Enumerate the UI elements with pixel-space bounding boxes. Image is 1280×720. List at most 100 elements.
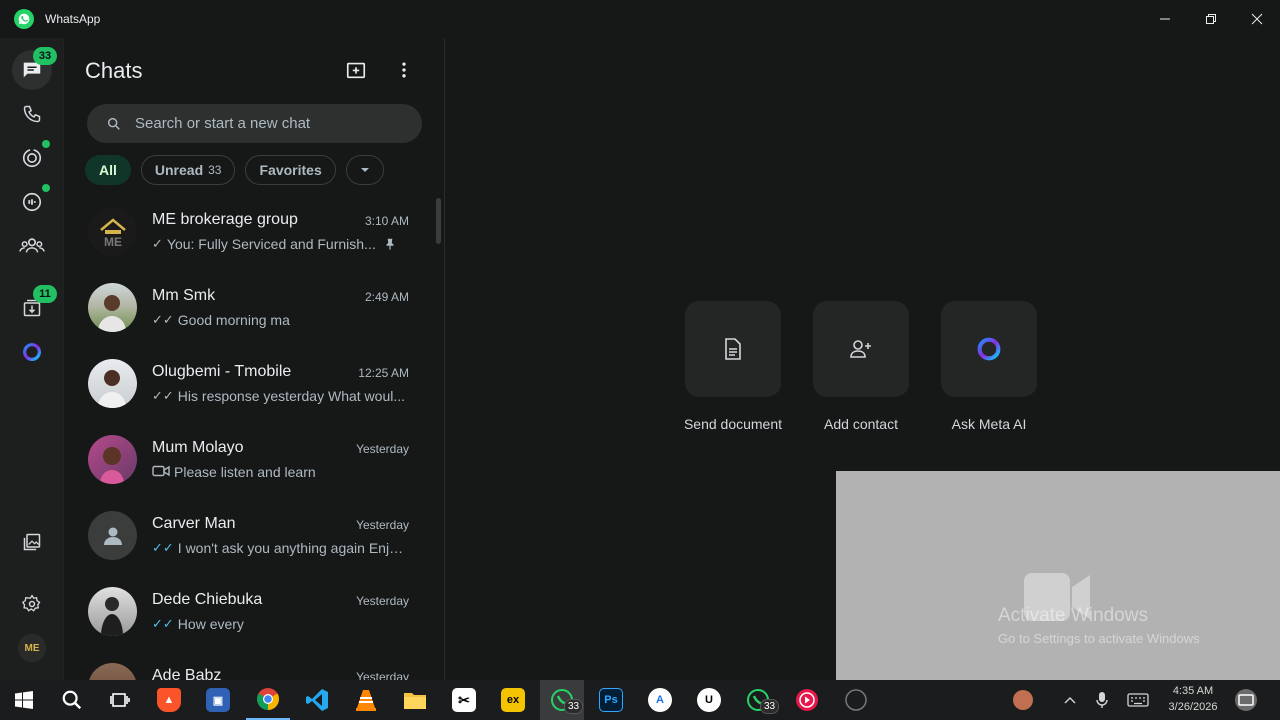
add-contact-button[interactable] bbox=[813, 301, 909, 397]
tray-app-icon[interactable] bbox=[1001, 680, 1045, 720]
folder-icon bbox=[404, 693, 426, 709]
chat-message: You: Fully Serviced and Furnish... bbox=[166, 236, 376, 252]
minimize-button[interactable] bbox=[1142, 0, 1188, 38]
whatsapp-taskbar-app[interactable]: 33 bbox=[540, 680, 584, 720]
filter-favorites[interactable]: Favorites bbox=[245, 155, 336, 185]
add-contact-label: Add contact bbox=[824, 416, 898, 432]
chat-message: Good morning ma bbox=[177, 312, 290, 328]
virtualbox-icon: ▣ bbox=[206, 688, 230, 712]
pin-icon bbox=[383, 237, 397, 256]
vscode-app[interactable] bbox=[295, 680, 339, 720]
activation-watermark-subtitle: Go to Settings to activate Windows bbox=[998, 631, 1200, 646]
profile-nav-button[interactable]: ME bbox=[12, 628, 52, 668]
chat-list: ME ME brokerage group 3:10 AM ✓ You: Full… bbox=[65, 194, 444, 680]
filter-all-label: All bbox=[99, 162, 117, 178]
chat-preview: ✓✓ How every bbox=[152, 616, 407, 632]
video-preview-overlay bbox=[836, 471, 1280, 680]
close-button[interactable] bbox=[1234, 0, 1280, 38]
search-box[interactable] bbox=[87, 104, 422, 143]
filter-favorites-label: Favorites bbox=[259, 162, 322, 178]
chat-list-item[interactable]: Mum Molayo Yesterday Please listen and l… bbox=[65, 422, 435, 498]
avatar bbox=[88, 663, 137, 680]
virtualbox-app[interactable]: ▣ bbox=[196, 680, 240, 720]
microphone-button[interactable] bbox=[1082, 680, 1122, 720]
window-title: WhatsApp bbox=[45, 12, 101, 26]
communities-nav-button[interactable] bbox=[12, 226, 52, 266]
file-explorer-app[interactable] bbox=[393, 680, 437, 720]
send-document-button[interactable] bbox=[685, 301, 781, 397]
filter-more-dropdown[interactable] bbox=[345, 155, 384, 185]
chat-name: ME brokerage group bbox=[152, 211, 298, 228]
media-player-app[interactable] bbox=[785, 680, 829, 720]
chat-list-scrollbar[interactable] bbox=[436, 198, 441, 244]
chat-time: Yesterday bbox=[356, 518, 409, 532]
chat-list-item[interactable]: Ade Babz Yesterday bbox=[65, 650, 435, 680]
capcut-icon: ✂ bbox=[452, 688, 476, 712]
chat-name: Mm Smk bbox=[152, 287, 216, 304]
filter-unread[interactable]: Unread 33 bbox=[140, 155, 236, 185]
sent-check-icon: ✓ bbox=[152, 236, 163, 251]
vlc-app[interactable] bbox=[344, 680, 388, 720]
search-taskbar-button[interactable] bbox=[50, 680, 94, 720]
avatar bbox=[88, 283, 137, 332]
chat-name: Olugbemi - Tmobile bbox=[152, 363, 292, 380]
capcut-app[interactable]: ✂ bbox=[442, 680, 486, 720]
chrome-icon bbox=[257, 688, 279, 710]
vlc-icon bbox=[356, 690, 376, 711]
profile-avatar: ME bbox=[18, 634, 46, 662]
read-check-icon: ✓✓ bbox=[152, 616, 174, 631]
communities-icon bbox=[19, 238, 45, 253]
touch-keyboard-button[interactable] bbox=[1118, 680, 1158, 720]
start-button[interactable] bbox=[2, 680, 46, 720]
chat-preview: ✓✓ His response yesterday What woul... bbox=[152, 388, 407, 404]
channels-new-dot bbox=[42, 184, 50, 192]
chat-filters: All Unread 33 Favorites bbox=[85, 155, 384, 185]
whatsapp-logo-icon bbox=[14, 9, 34, 29]
chat-list-item[interactable]: Dede Chiebuka Yesterday ✓✓ How every bbox=[65, 574, 435, 650]
whatsapp2-taskbar-badge: 33 bbox=[760, 699, 780, 714]
meta-ai-nav-button[interactable] bbox=[12, 332, 52, 372]
default-avatar-icon bbox=[103, 527, 122, 545]
add-contact-icon bbox=[850, 340, 871, 358]
chat-time: Yesterday bbox=[356, 594, 409, 608]
settings-nav-button[interactable] bbox=[12, 584, 52, 624]
new-chat-button[interactable] bbox=[344, 58, 368, 82]
chrome-app[interactable] bbox=[246, 680, 290, 720]
chat-list-item[interactable]: Carver Man Yesterday ✓✓ I won't ask you a… bbox=[65, 498, 435, 574]
calls-nav-button[interactable] bbox=[12, 94, 52, 134]
notifications-button[interactable] bbox=[1226, 680, 1266, 720]
channels-icon bbox=[23, 192, 41, 212]
media-nav-button[interactable] bbox=[12, 522, 52, 562]
svg-text:ME: ME bbox=[104, 235, 122, 249]
read-check-icon: ✓✓ bbox=[152, 540, 174, 555]
background-app[interactable] bbox=[834, 680, 878, 720]
brave-browser-app[interactable]: ▲ bbox=[147, 680, 191, 720]
chat-list-item[interactable]: Mm Smk 2:49 AM ✓✓ Good morning ma bbox=[65, 270, 435, 346]
video-message-icon bbox=[152, 465, 170, 480]
photoshop-app[interactable]: Ps bbox=[589, 680, 633, 720]
app-store-app[interactable]: A bbox=[638, 680, 682, 720]
restore-button[interactable] bbox=[1188, 0, 1234, 38]
chat-message: I won't ask you anything again Enjo... bbox=[177, 540, 407, 556]
chat-message: His response yesterday What woul... bbox=[177, 388, 406, 404]
chat-preview: ✓✓ I won't ask you anything again Enjo... bbox=[152, 540, 407, 556]
filter-all[interactable]: All bbox=[85, 155, 131, 185]
send-document-label: Send document bbox=[683, 416, 783, 432]
system-clock[interactable]: 4:35 AM 3/26/2026 bbox=[1160, 683, 1226, 715]
ask-meta-ai-button[interactable] bbox=[941, 301, 1037, 397]
document-icon bbox=[725, 338, 741, 360]
task-view-button[interactable] bbox=[98, 680, 142, 720]
chat-list-item[interactable]: ME ME brokerage group 3:10 AM ✓ You: Full… bbox=[65, 194, 435, 270]
ex-app[interactable]: ex bbox=[491, 680, 535, 720]
chat-list-item[interactable]: Olugbemi - Tmobile 12:25 AM ✓✓ His respon… bbox=[65, 346, 435, 422]
chat-message: How every bbox=[177, 616, 244, 632]
archived-badge: 11 bbox=[33, 285, 57, 303]
menu-button[interactable] bbox=[392, 58, 416, 82]
chat-name: Mum Molayo bbox=[152, 439, 244, 456]
search-input[interactable] bbox=[135, 115, 405, 132]
unreal-engine-app[interactable]: U bbox=[687, 680, 731, 720]
ex-app-icon: ex bbox=[501, 688, 525, 712]
filter-unread-label: Unread bbox=[154, 162, 204, 178]
whatsapp-business-app[interactable]: 33 bbox=[736, 680, 780, 720]
new-chat-icon bbox=[346, 62, 366, 79]
